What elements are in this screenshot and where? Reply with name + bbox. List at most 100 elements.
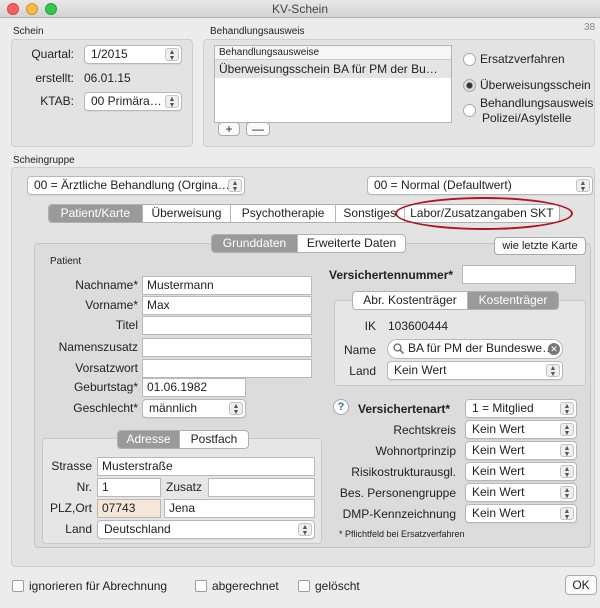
wohnortprinzip-label: Wohnortprinzip — [375, 444, 456, 458]
abgerechnet-checkbox[interactable] — [195, 580, 207, 592]
updown-chevron-icon: ▲ ▼ — [560, 507, 574, 521]
radio-behandlungsausweis[interactable] — [463, 104, 476, 117]
land-select[interactable]: Deutschland ▲ ▼ — [97, 520, 315, 539]
versichertennummer-input[interactable] — [462, 265, 576, 284]
wohnortprinzip-select[interactable]: Kein Wert ▲ ▼ — [465, 441, 577, 460]
rechtskreis-value: Kein Wert — [472, 422, 525, 436]
vorsatzwort-input[interactable] — [142, 359, 312, 378]
tab-psychotherapie[interactable]: Psychotherapie — [231, 205, 336, 222]
dmp-select[interactable]: Kein Wert ▲ ▼ — [465, 504, 577, 523]
window-titlebar: KV-Schein — [0, 0, 600, 18]
land-value: Deutschland — [104, 522, 171, 536]
geschlecht-select[interactable]: männlich ▲ ▼ — [142, 399, 246, 418]
risikostruktur-value: Kein Wert — [472, 464, 525, 478]
quartal-label: Quartal: — [31, 47, 74, 61]
rechtskreis-label: Rechtskreis — [393, 423, 456, 437]
updown-chevron-icon: ▲ ▼ — [229, 402, 243, 416]
help-icon[interactable]: ? — [333, 399, 349, 415]
pflichtfeld-footnote: * Pflichtfeld bei Ersatzverfahren — [339, 529, 465, 539]
ignorieren-checkbox[interactable] — [12, 580, 24, 592]
tab-postfach[interactable]: Postfach — [180, 431, 248, 448]
namenszusatz-label: Namenszusatz — [58, 340, 138, 354]
geschlecht-value: männlich — [149, 401, 198, 415]
geburtstag-input[interactable]: 01.06.1982 — [142, 378, 246, 397]
personengruppe-select[interactable]: Kein Wert ▲ ▼ — [465, 483, 577, 502]
clear-search-icon[interactable]: ✕ — [548, 343, 560, 355]
erstellt-value: 06.01.15 — [84, 71, 131, 85]
tab-erweiterte-daten[interactable]: Erweiterte Daten — [298, 235, 405, 252]
quartal-value: 1/2015 — [91, 47, 128, 61]
scheingruppe-legend: Scheingruppe — [13, 155, 75, 166]
updown-chevron-icon: ▲ ▼ — [560, 423, 574, 437]
versichertenart-select[interactable]: 1 = Mitglied ▲ ▼ — [465, 399, 577, 418]
nachname-input[interactable]: Mustermann — [142, 276, 312, 295]
name-search-value: BA für PM der Bundeswe… — [408, 341, 555, 355]
kt-land-label: Land — [349, 364, 376, 378]
radio-ueberweisungsschein-label: Überweisungsschein — [480, 78, 591, 92]
tab-kostentraeger[interactable]: Kostenträger — [468, 292, 558, 309]
quartal-select[interactable]: 1/2015 ▲ ▼ — [84, 45, 182, 64]
vorname-input[interactable]: Max — [142, 296, 312, 315]
ktab-select[interactable]: 00 Primära… ▲ ▼ — [84, 92, 182, 111]
risikostruktur-select[interactable]: Kein Wert ▲ ▼ — [465, 462, 577, 481]
radio-ersatzverfahren[interactable] — [463, 53, 476, 66]
geburtstag-label: Geburtstag* — [73, 380, 138, 394]
vorsatzwort-label: Vorsatzwort — [75, 361, 138, 375]
scheingruppe-select[interactable]: 00 = Ärztliche Behandlung (Orgina… ▲ ▼ — [27, 176, 245, 195]
erstellt-label: erstellt: — [35, 71, 74, 85]
add-button[interactable]: + — [218, 122, 240, 136]
ok-button[interactable]: OK — [565, 575, 597, 595]
risikostruktur-label: Risikostrukturausgl. — [351, 465, 456, 479]
tab-adresse[interactable]: Adresse — [118, 431, 180, 448]
behandlungsausweis-legend: Behandlungsausweis — [210, 26, 305, 37]
plz-input[interactable]: 07743 — [97, 499, 161, 518]
remove-button[interactable]: — — [246, 122, 270, 136]
kt-land-select[interactable]: Kein Wert ▲ ▼ — [387, 361, 563, 380]
list-header: Behandlungsausweise — [215, 46, 451, 60]
vorname-label: Vorname* — [85, 298, 138, 312]
name-search-input[interactable]: BA für PM der Bundeswe… — [387, 339, 563, 359]
geloescht-checkbox[interactable] — [298, 580, 310, 592]
schein-legend: Schein — [13, 26, 44, 37]
updown-chevron-icon: ▲ ▼ — [165, 95, 179, 109]
plz-ort-label: PLZ,Ort — [49, 501, 92, 515]
normal-select[interactable]: 00 = Normal (Defaultwert) ▲ ▼ — [367, 176, 593, 195]
highlight-ellipse — [395, 197, 573, 230]
nr-input[interactable]: 1 — [97, 478, 161, 497]
updown-chevron-icon: ▲ ▼ — [560, 486, 574, 500]
radio-ueberweisungsschein[interactable] — [463, 79, 476, 92]
nr-label: Nr. — [76, 480, 92, 494]
tab-ueberweisung[interactable]: Überweisung — [143, 205, 232, 222]
strasse-input[interactable]: Musterstraße — [97, 457, 315, 476]
rechtskreis-select[interactable]: Kein Wert ▲ ▼ — [465, 420, 577, 439]
minimize-window-icon[interactable] — [26, 3, 38, 15]
kt-land-value: Kein Wert — [394, 363, 447, 377]
geschlecht-label: Geschlecht* — [73, 401, 138, 415]
zoom-window-icon[interactable] — [45, 3, 57, 15]
wohnortprinzip-value: Kein Wert — [472, 443, 525, 457]
updown-chevron-icon: ▲ ▼ — [546, 364, 560, 378]
namenszusatz-input[interactable] — [142, 338, 312, 357]
personengruppe-value: Kein Wert — [472, 485, 525, 499]
ort-input[interactable]: Jena — [164, 499, 315, 518]
strasse-label: Strasse — [51, 459, 92, 473]
tab-patient-karte[interactable]: Patient/Karte — [49, 205, 143, 222]
behandlungsausweis-list[interactable]: Behandlungsausweise Überweisungsschein B… — [214, 45, 452, 123]
name-label: Name — [343, 343, 376, 357]
updown-chevron-icon: ▲ ▼ — [560, 402, 574, 416]
radio-behandlungsausweis-label: Behandlungsausweis — [480, 96, 594, 110]
ktab-value: 00 Primära… — [91, 94, 162, 108]
search-icon — [393, 343, 404, 354]
ik-value: 103600444 — [388, 319, 449, 333]
updown-chevron-icon: ▲ ▼ — [298, 523, 312, 537]
tab-abr-kostentraeger[interactable]: Abr. Kostenträger — [353, 292, 468, 309]
tab-grunddaten[interactable]: Grunddaten — [212, 235, 298, 252]
list-item[interactable]: Überweisungsschein BA für PM der Bu… — [215, 60, 451, 78]
radio-behandlungsausweis-label-2: Polizei/Asylstelle — [482, 111, 572, 125]
zusatz-input[interactable] — [208, 478, 315, 497]
dmp-value: Kein Wert — [472, 506, 525, 520]
titel-input[interactable] — [142, 316, 312, 335]
wie-letzte-karte-button[interactable]: wie letzte Karte — [494, 237, 586, 255]
address-tabs: Adresse Postfach — [117, 430, 249, 449]
close-window-icon[interactable] — [7, 3, 19, 15]
